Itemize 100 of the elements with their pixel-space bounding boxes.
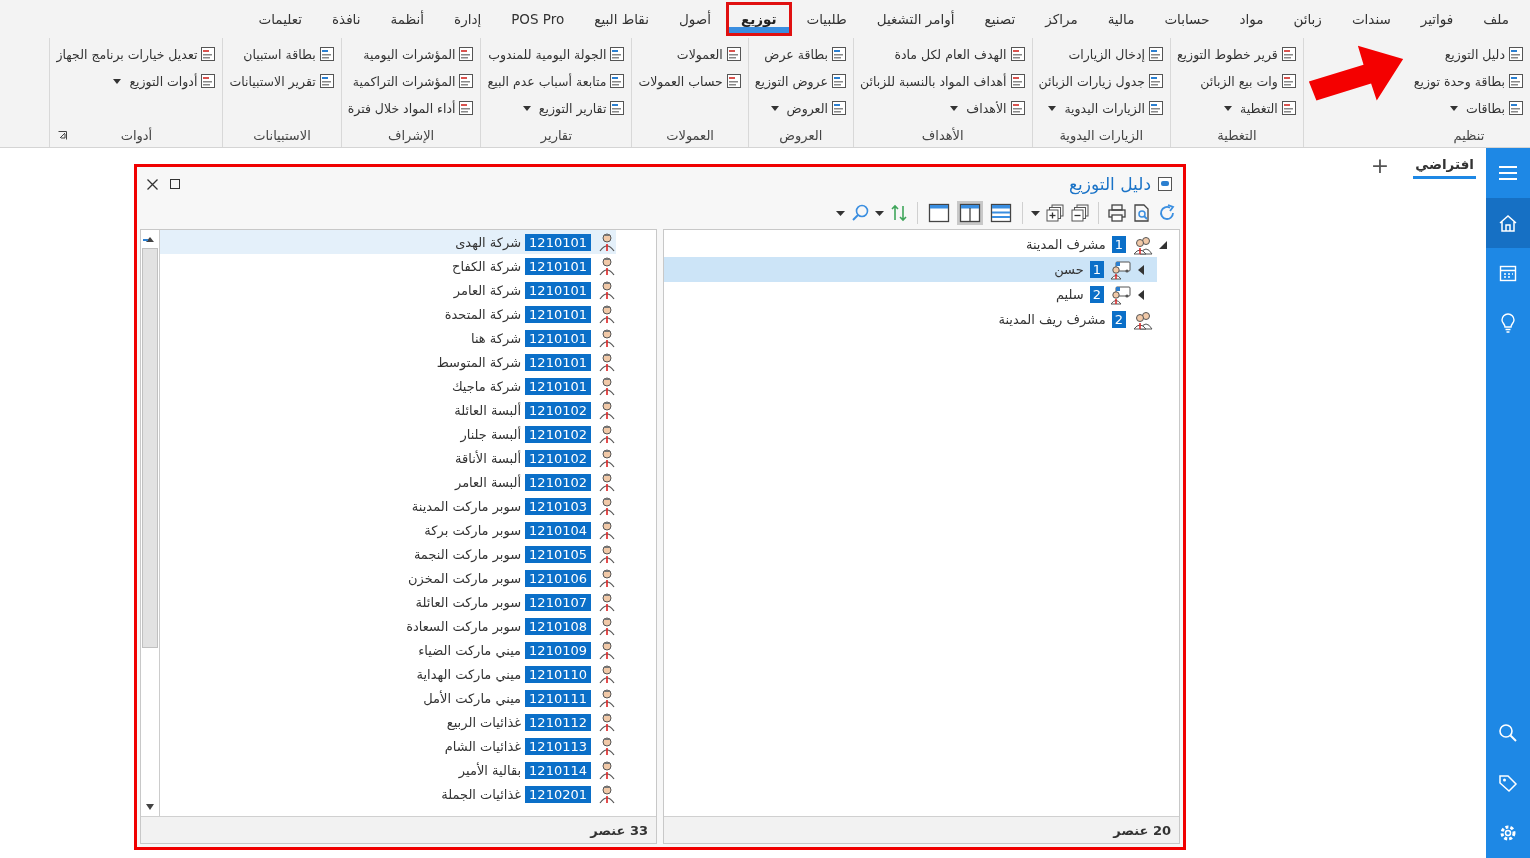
layout-icon[interactable] bbox=[988, 201, 1014, 225]
ribbon-command[interactable]: متابعة أسباب عدم البيع bbox=[487, 69, 626, 93]
caret-icon bbox=[1224, 105, 1233, 111]
ribbon-command[interactable]: بطاقة عرض bbox=[754, 42, 847, 66]
print-icon[interactable] bbox=[1107, 203, 1127, 223]
customer-name: سوبر ماركت السعادة bbox=[406, 618, 522, 634]
code-badge: 1210103 bbox=[525, 497, 591, 515]
menu-tab[interactable]: تعليمات bbox=[243, 2, 317, 36]
ribbon-command[interactable]: الجولة اليومية للمندوب bbox=[487, 42, 626, 66]
close-icon[interactable] bbox=[147, 178, 158, 190]
sidebar-button[interactable] bbox=[1486, 198, 1530, 248]
menu-tab[interactable]: حسابات bbox=[1149, 2, 1225, 36]
customer-name: غذائيات الجملة bbox=[441, 786, 522, 802]
ribbon-command[interactable]: أهداف المواد بالنسبة للزبائن bbox=[859, 69, 1026, 93]
ribbon-command[interactable]: إدخال الزيارات bbox=[1038, 42, 1164, 66]
ribbon-command[interactable]: التغطية bbox=[1176, 96, 1297, 120]
customer-name: سوبر ماركت المدينة bbox=[411, 498, 522, 514]
ribbon-command[interactable]: وات بيع الزبائن bbox=[1176, 69, 1297, 93]
ribbon-command[interactable]: الأهداف bbox=[859, 96, 1026, 120]
person-icon bbox=[598, 592, 616, 612]
refresh-icon[interactable] bbox=[1157, 203, 1177, 223]
menu-tab[interactable]: سندات bbox=[1336, 2, 1406, 36]
collapsed-arrow-icon[interactable] bbox=[1138, 289, 1144, 300]
menu-tab[interactable]: POS Pro bbox=[496, 2, 580, 36]
person-icon bbox=[598, 688, 616, 708]
expand-all-icon[interactable] bbox=[1045, 203, 1065, 223]
dropdown-caret-icon[interactable] bbox=[836, 210, 845, 216]
number-badge: 2 bbox=[1111, 311, 1126, 328]
group-label: العروض bbox=[779, 127, 823, 143]
sheet-icon bbox=[1009, 100, 1026, 116]
menu-tab[interactable]: مالية bbox=[1092, 2, 1150, 36]
ribbon-command[interactable]: المؤشرات اليومية bbox=[347, 42, 475, 66]
item-count: 33 عنصر bbox=[590, 822, 648, 838]
menu-tab[interactable]: مواد bbox=[1224, 2, 1279, 36]
search-icon[interactable] bbox=[850, 203, 870, 223]
person-icon bbox=[598, 400, 616, 420]
menu-tab[interactable]: أوامر التشغيل bbox=[861, 2, 970, 36]
menu-tab[interactable]: أنظمة bbox=[375, 2, 440, 36]
settings-icon bbox=[1498, 823, 1518, 843]
layout-icon[interactable] bbox=[926, 201, 952, 225]
ribbon-command[interactable]: تقارير التوزيع bbox=[487, 96, 626, 120]
menu-tab[interactable]: توزيع bbox=[725, 2, 792, 36]
ribbon-command[interactable]: أداء المواد خلال فترة bbox=[347, 96, 475, 120]
ribbon-command[interactable]: جدول زيارات الزبائن bbox=[1038, 69, 1164, 93]
sheet-icon bbox=[1009, 73, 1026, 89]
window-title: دليل التوزيع bbox=[1069, 174, 1151, 194]
ribbon-command[interactable]: الزيارات اليدوية bbox=[1038, 96, 1164, 120]
print-preview-icon[interactable] bbox=[1132, 203, 1152, 223]
dropdown-caret-icon[interactable] bbox=[1031, 210, 1040, 216]
menu-tab[interactable]: تصنيع bbox=[969, 2, 1031, 36]
ribbon-command[interactable]: بطاقة استبيان bbox=[229, 42, 335, 66]
ribbon-command[interactable]: العروض bbox=[754, 96, 847, 120]
menu-tab[interactable]: مراكز bbox=[1030, 2, 1093, 36]
customer-name: ألبسة العائلة bbox=[454, 402, 522, 418]
menu-tab[interactable]: نقاط البيع bbox=[579, 2, 664, 36]
menu-tab[interactable]: ملف bbox=[1468, 2, 1524, 36]
ribbon-command[interactable]: بطاقات bbox=[1413, 96, 1524, 120]
collapse-all-icon[interactable] bbox=[1070, 203, 1090, 223]
ribbon-command[interactable]: قرير خطوط التوزيع bbox=[1176, 42, 1297, 66]
maximize-icon[interactable] bbox=[170, 179, 180, 189]
ribbon-command[interactable]: عروض التوزيع bbox=[754, 69, 847, 93]
ribbon-command[interactable]: أدوات التوزيع bbox=[56, 69, 217, 93]
ribbon-command[interactable]: الهدف العام لكل مادة bbox=[859, 42, 1026, 66]
code-badge: 1210101 bbox=[525, 257, 591, 275]
ribbon-command[interactable]: المؤشرات التراكمية bbox=[347, 69, 475, 93]
menu-tab[interactable]: أصول bbox=[663, 2, 726, 36]
people-icon bbox=[1132, 234, 1154, 255]
customer-name: سوبر ماركت العائلة bbox=[415, 594, 522, 610]
layout-icon[interactable] bbox=[957, 201, 983, 225]
sheet-icon bbox=[458, 100, 475, 116]
scrollbar[interactable] bbox=[141, 230, 160, 816]
customer-name: ألبسة الأناقة bbox=[455, 450, 522, 466]
customer-name: شركة الكفاح bbox=[452, 258, 522, 274]
menu-tab[interactable]: طلبيات bbox=[791, 2, 862, 36]
menu-tab[interactable]: زبائن bbox=[1278, 2, 1337, 36]
ribbon-command[interactable]: حساب العمولات bbox=[638, 69, 742, 93]
sort-icon[interactable] bbox=[889, 203, 909, 223]
ribbon-command[interactable]: تعديل خيارات برنامج الجهاز bbox=[56, 42, 217, 66]
caret-icon bbox=[950, 105, 959, 111]
launcher-icon[interactable] bbox=[58, 131, 68, 140]
home-icon bbox=[1498, 214, 1518, 232]
ribbon-command[interactable]: بطاقة وحدة توزيع bbox=[1413, 69, 1524, 93]
add-tab-button[interactable]: + bbox=[1370, 152, 1390, 178]
expanded-arrow-icon[interactable] bbox=[1159, 240, 1167, 249]
dropdown-caret-icon[interactable] bbox=[875, 210, 884, 216]
sheet-icon bbox=[1280, 46, 1297, 62]
menu-tab[interactable]: فواتير bbox=[1405, 2, 1469, 36]
search-icon bbox=[1498, 723, 1518, 743]
caret-icon bbox=[770, 105, 779, 111]
document-tab[interactable]: افتراضي bbox=[1413, 151, 1476, 179]
ribbon-command[interactable]: العمولات bbox=[638, 42, 742, 66]
code-badge: 1210102 bbox=[525, 473, 591, 491]
menu-tab[interactable]: نافذة bbox=[316, 2, 376, 36]
menu-tab[interactable]: إدارة bbox=[439, 2, 497, 36]
ribbon-command[interactable]: تقرير الاستبيانات bbox=[229, 69, 335, 93]
menu-icon bbox=[1498, 165, 1518, 181]
ribbon-command[interactable]: دليل التوزيع bbox=[1413, 42, 1524, 66]
collapsed-arrow-icon[interactable] bbox=[1138, 264, 1144, 275]
sheet-icon bbox=[200, 73, 217, 89]
code-badge: 1210106 bbox=[525, 569, 591, 587]
